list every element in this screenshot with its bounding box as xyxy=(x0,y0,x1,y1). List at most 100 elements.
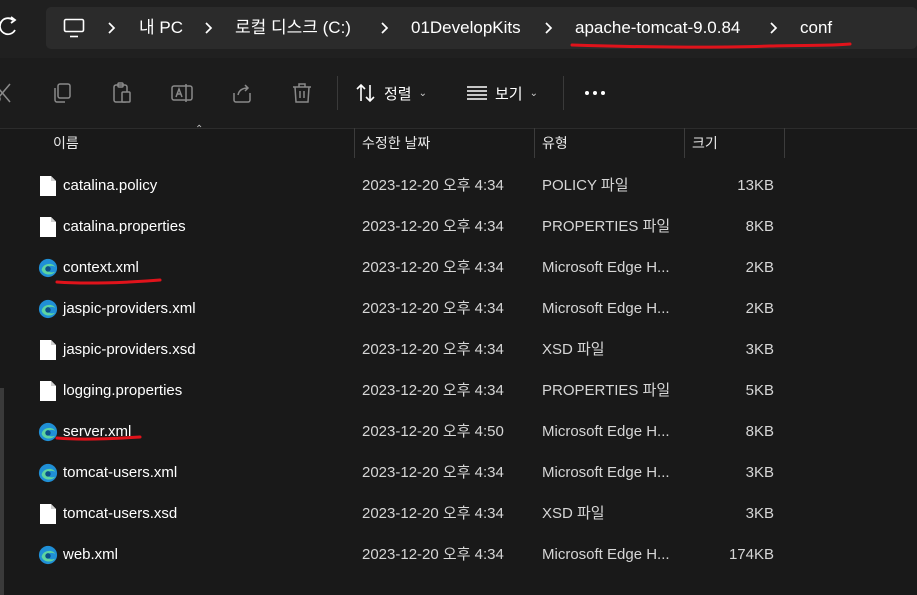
view-icon xyxy=(467,86,487,100)
file-type: Microsoft Edge H... xyxy=(542,546,670,563)
rename-icon[interactable] xyxy=(170,81,194,105)
address-bar[interactable]: 내 PC 로컬 디스크 (C:) 01DevelopKits apache-to… xyxy=(46,7,917,49)
edge-icon xyxy=(38,258,58,278)
sort-ascending-icon: ⌃ xyxy=(195,124,204,135)
file-row[interactable]: tomcat-users.xml 2023-12-20 오후 4:34 Micr… xyxy=(0,452,917,493)
edge-icon xyxy=(38,422,58,442)
breadcrumb-local-disk[interactable]: 로컬 디스크 (C:) xyxy=(235,7,351,49)
view-button[interactable]: 보기 ⌄ xyxy=(466,76,538,110)
file-type: POLICY 파일 xyxy=(542,177,629,194)
chevron-right-icon xyxy=(381,22,389,34)
file-size: 174KB xyxy=(728,546,774,563)
copy-icon[interactable] xyxy=(50,81,74,105)
file-modified: 2023-12-20 오후 4:34 xyxy=(362,218,504,235)
paste-icon[interactable] xyxy=(110,81,134,105)
delete-icon[interactable] xyxy=(290,81,314,105)
file-type: XSD 파일 xyxy=(542,341,605,358)
chevron-right-icon xyxy=(770,22,778,34)
document-icon xyxy=(40,217,56,237)
breadcrumb-conf[interactable]: conf xyxy=(800,7,832,49)
file-type: Microsoft Edge H... xyxy=(542,259,670,276)
file-row[interactable]: tomcat-users.xsd 2023-12-20 오후 4:34 XSD … xyxy=(0,493,917,534)
file-size: 3KB xyxy=(745,341,774,358)
breadcrumb-develop-kits[interactable]: 01DevelopKits xyxy=(411,7,521,49)
file-name: web.xml xyxy=(63,546,119,563)
file-modified: 2023-12-20 오후 4:50 xyxy=(362,423,504,440)
file-name: server.xml xyxy=(63,423,132,440)
file-row[interactable]: logging.properties 2023-12-20 오후 4:34 PR… xyxy=(0,370,917,411)
cut-icon[interactable] xyxy=(0,81,14,105)
file-name: jaspic-providers.xml xyxy=(63,300,196,317)
file-type: Microsoft Edge H... xyxy=(542,423,670,440)
toolbar-divider xyxy=(337,76,338,110)
file-size: 8KB xyxy=(745,218,774,235)
file-modified: 2023-12-20 오후 4:34 xyxy=(362,505,504,522)
edge-icon xyxy=(38,545,58,565)
edge-icon xyxy=(38,463,58,483)
file-type: Microsoft Edge H... xyxy=(542,464,670,481)
file-size: 3KB xyxy=(745,464,774,481)
file-size: 3KB xyxy=(745,505,774,522)
file-modified: 2023-12-20 오후 4:34 xyxy=(362,382,504,399)
more-icon[interactable] xyxy=(583,81,607,105)
file-row[interactable]: web.xml 2023-12-20 오후 4:34 Microsoft Edg… xyxy=(0,534,917,575)
sort-label: 정렬 xyxy=(384,85,412,103)
command-bar: 정렬 ⌄ 보기 ⌄ xyxy=(0,58,917,129)
chevron-down-icon: ⌄ xyxy=(418,87,427,99)
document-icon xyxy=(40,381,56,401)
file-size: 5KB xyxy=(745,382,774,399)
chevron-right-icon xyxy=(205,22,213,34)
file-name: logging.properties xyxy=(63,382,183,399)
file-row[interactable]: catalina.policy 2023-12-20 오후 4:34 POLIC… xyxy=(0,165,917,206)
file-modified: 2023-12-20 오후 4:34 xyxy=(362,464,504,481)
file-row[interactable]: server.xml 2023-12-20 오후 4:50 Microsoft … xyxy=(0,411,917,452)
share-icon[interactable] xyxy=(230,81,254,105)
file-type: PROPERTIES 파일 xyxy=(542,218,671,235)
file-name: catalina.properties xyxy=(63,218,186,235)
column-divider[interactable] xyxy=(354,128,355,158)
sort-icon xyxy=(356,83,375,103)
view-label: 보기 xyxy=(495,85,523,103)
breadcrumb-tomcat[interactable]: apache-tomcat-9.0.84 xyxy=(575,7,740,49)
refresh-icon[interactable] xyxy=(0,12,24,42)
column-divider[interactable] xyxy=(684,128,685,158)
toolbar-divider xyxy=(563,76,564,110)
file-row[interactable]: context.xml 2023-12-20 오후 4:34 Microsoft… xyxy=(0,247,917,288)
chevron-down-icon: ⌄ xyxy=(529,87,538,99)
file-size: 8KB xyxy=(745,423,774,440)
file-size: 2KB xyxy=(745,259,774,276)
file-size: 2KB xyxy=(745,300,774,317)
computer-icon xyxy=(63,18,85,38)
column-header-row: ⌃ 이름 수정한 날짜 유형 크기 xyxy=(0,124,917,158)
column-header-size[interactable]: 크기 xyxy=(692,128,718,158)
edge-icon xyxy=(38,299,58,319)
column-header-type[interactable]: 유형 xyxy=(542,128,568,158)
file-name: context.xml xyxy=(63,259,139,276)
file-row[interactable]: jaspic-providers.xsd 2023-12-20 오후 4:34 … xyxy=(0,329,917,370)
file-type: Microsoft Edge H... xyxy=(542,300,670,317)
column-header-modified[interactable]: 수정한 날짜 xyxy=(362,128,430,158)
file-modified: 2023-12-20 오후 4:34 xyxy=(362,177,504,194)
document-icon xyxy=(40,340,56,360)
file-row[interactable]: jaspic-providers.xml 2023-12-20 오후 4:34 … xyxy=(0,288,917,329)
file-modified: 2023-12-20 오후 4:34 xyxy=(362,341,504,358)
file-size: 13KB xyxy=(737,177,774,194)
file-type: PROPERTIES 파일 xyxy=(542,382,671,399)
file-name: tomcat-users.xml xyxy=(63,464,178,481)
column-divider[interactable] xyxy=(534,128,535,158)
file-name: tomcat-users.xsd xyxy=(63,505,178,522)
file-row[interactable]: catalina.properties 2023-12-20 오후 4:34 P… xyxy=(0,206,917,247)
sort-button[interactable]: 정렬 ⌄ xyxy=(355,76,427,110)
column-divider[interactable] xyxy=(784,128,785,158)
file-modified: 2023-12-20 오후 4:34 xyxy=(362,259,504,276)
document-icon xyxy=(40,504,56,524)
file-modified: 2023-12-20 오후 4:34 xyxy=(362,300,504,317)
breadcrumb-my-pc[interactable]: 내 PC xyxy=(139,7,183,49)
file-name: jaspic-providers.xsd xyxy=(63,341,196,358)
file-type: XSD 파일 xyxy=(542,505,605,522)
chevron-right-icon xyxy=(545,22,553,34)
file-modified: 2023-12-20 오후 4:34 xyxy=(362,546,504,563)
file-name: catalina.policy xyxy=(63,177,158,194)
column-header-name[interactable]: 이름 xyxy=(53,128,79,158)
document-icon xyxy=(40,176,56,196)
